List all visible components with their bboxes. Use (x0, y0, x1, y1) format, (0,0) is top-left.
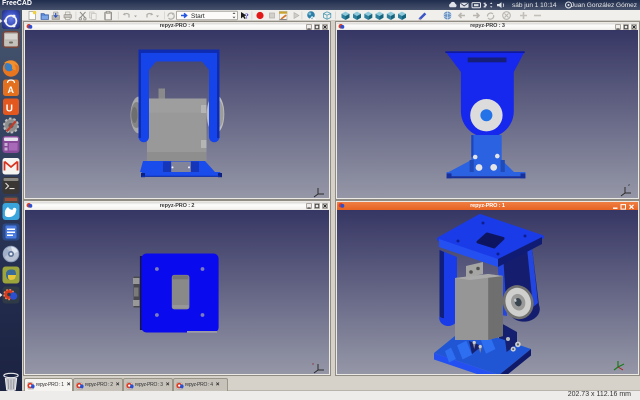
svg-text:A: A (8, 85, 15, 95)
svg-text:z: z (628, 182, 630, 187)
svg-text:Start: Start (191, 13, 205, 20)
svg-text:x: x (312, 361, 314, 366)
svg-text:?: ? (245, 12, 249, 21)
svg-text:U: U (6, 104, 13, 115)
